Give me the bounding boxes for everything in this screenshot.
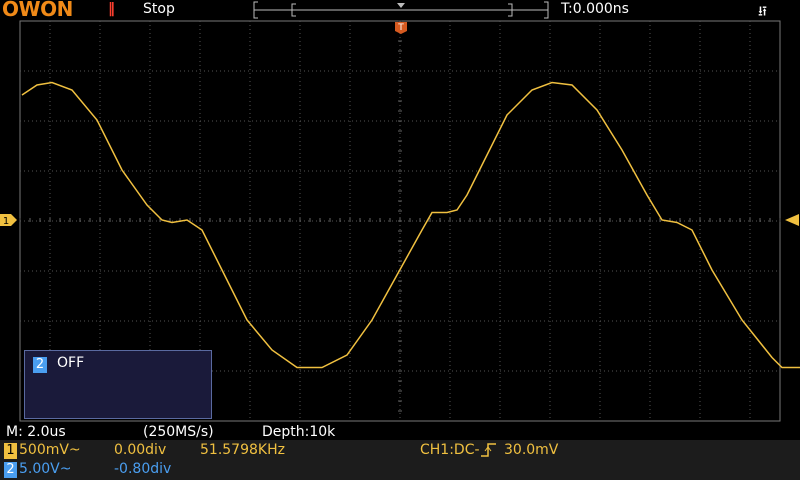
rising-edge-icon [481, 443, 496, 457]
trigger-delay: T:0.000ns [561, 1, 629, 17]
ch2-state: OFF [57, 355, 85, 371]
trigger-level-marker[interactable] [785, 213, 800, 227]
svg-text:T: T [397, 23, 404, 33]
trigger-level: 30.0mV [504, 442, 559, 458]
ch2-badge: 2 [33, 357, 47, 373]
trigger-position-marker[interactable]: T [394, 21, 408, 35]
trigger-source: CH1:DC- [420, 442, 480, 458]
ch1-waveform [21, 81, 800, 369]
ch2-info-panel[interactable]: 2 OFF [24, 350, 212, 419]
ch1-frequency: 51.5798KHz [200, 442, 285, 458]
ch2-offset: -0.80div [114, 461, 172, 477]
ch2-badge[interactable]: 2 [4, 462, 17, 478]
svg-text:1: 1 [3, 216, 9, 227]
brand-logo: OWON [2, 0, 73, 21]
ch1-offset-marker[interactable]: 1 [0, 213, 18, 227]
timebase[interactable]: M: 2.0us [6, 424, 66, 440]
memory-depth[interactable]: Depth:10k [262, 424, 335, 440]
pause-icon[interactable]: ‖ [108, 1, 115, 17]
status-bar: M: 2.0us (250MS/s) Depth:10k [0, 422, 800, 440]
ch1-offset: 0.00div [114, 442, 167, 458]
trigger-point-icon [397, 3, 405, 8]
ch1-badge[interactable]: 1 [4, 443, 17, 459]
trigger-position-bar [253, 1, 549, 19]
sample-rate: (250MS/s) [143, 424, 214, 440]
ch2-scale[interactable]: 5.00V~ [19, 461, 71, 477]
channel-bar: 1 500mV~ 0.00div 51.5798KHz CH1:DC- 30.0… [0, 440, 800, 480]
top-bar: OWON ‖ Stop T:0.000ns ⭿ [0, 0, 800, 21]
run-status: Stop [143, 1, 175, 17]
ch1-scale[interactable]: 500mV~ [19, 442, 81, 458]
